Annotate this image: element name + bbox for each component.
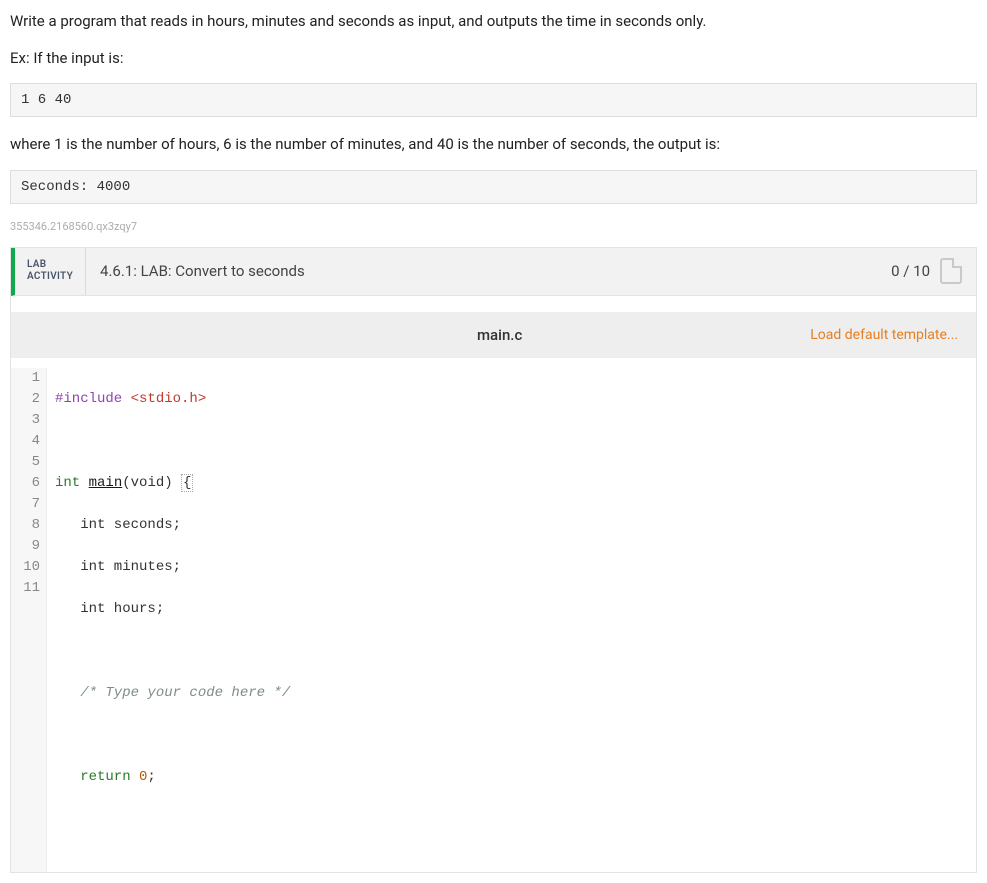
file-bar: main.c Load default template... (11, 312, 976, 358)
code-token: ; (147, 769, 155, 785)
code-line: int seconds; (55, 515, 290, 536)
activity-title: 4.6.1: LAB: Convert to seconds (86, 248, 877, 295)
code-token: #include (55, 391, 122, 407)
problem-explain: where 1 is the number of hours, 6 is the… (10, 133, 977, 156)
line-number: 10 (17, 557, 40, 578)
code-token: int (55, 475, 80, 491)
input-sample-block: 1 6 40 (10, 83, 977, 117)
line-number: 1 (17, 368, 40, 389)
lab-activity-card: LAB ACTIVITY 4.6.1: LAB: Convert to seco… (10, 247, 977, 873)
code-token: { (181, 474, 193, 492)
example-label: Ex: If the input is: (10, 47, 977, 70)
code-editor[interactable]: 1 2 3 4 5 6 7 8 9 10 11 #include <stdio.… (11, 358, 976, 872)
badge-line2: ACTIVITY (27, 271, 73, 283)
score-text: 0 / 10 (891, 262, 930, 280)
line-number: 4 (17, 431, 40, 452)
line-number: 2 (17, 389, 40, 410)
filename-label: main.c (189, 326, 810, 344)
line-gutter: 1 2 3 4 5 6 7 8 9 10 11 (11, 368, 47, 872)
code-token: main (89, 475, 123, 491)
line-number: 3 (17, 410, 40, 431)
line-number: 8 (17, 515, 40, 536)
code-line: int hours; (55, 599, 290, 620)
page-icon (940, 258, 962, 284)
code-token: (void) (122, 475, 181, 491)
output-sample-block: Seconds: 4000 (10, 170, 977, 204)
code-token: <stdio.h> (131, 391, 207, 407)
problem-intro: Write a program that reads in hours, min… (10, 10, 977, 33)
badge-line1: LAB (27, 259, 73, 271)
load-default-template-link[interactable]: Load default template... (810, 327, 958, 343)
internal-id: 355346.2168560.qx3zqy7 (10, 220, 977, 233)
activity-badge: LAB ACTIVITY (15, 248, 86, 295)
line-number: 5 (17, 452, 40, 473)
code-token: 0 (139, 769, 147, 785)
line-number: 6 (17, 473, 40, 494)
line-number: 9 (17, 536, 40, 557)
code-comment: /* Type your code here */ (55, 683, 290, 704)
line-number: 11 (17, 578, 40, 599)
lab-header: LAB ACTIVITY 4.6.1: LAB: Convert to seco… (11, 248, 976, 296)
code-area[interactable]: #include <stdio.h> int main(void) { int … (47, 368, 298, 872)
code-token: return (55, 769, 139, 785)
line-number: 7 (17, 494, 40, 515)
code-line: int minutes; (55, 557, 290, 578)
activity-score-area: 0 / 10 (877, 248, 976, 295)
